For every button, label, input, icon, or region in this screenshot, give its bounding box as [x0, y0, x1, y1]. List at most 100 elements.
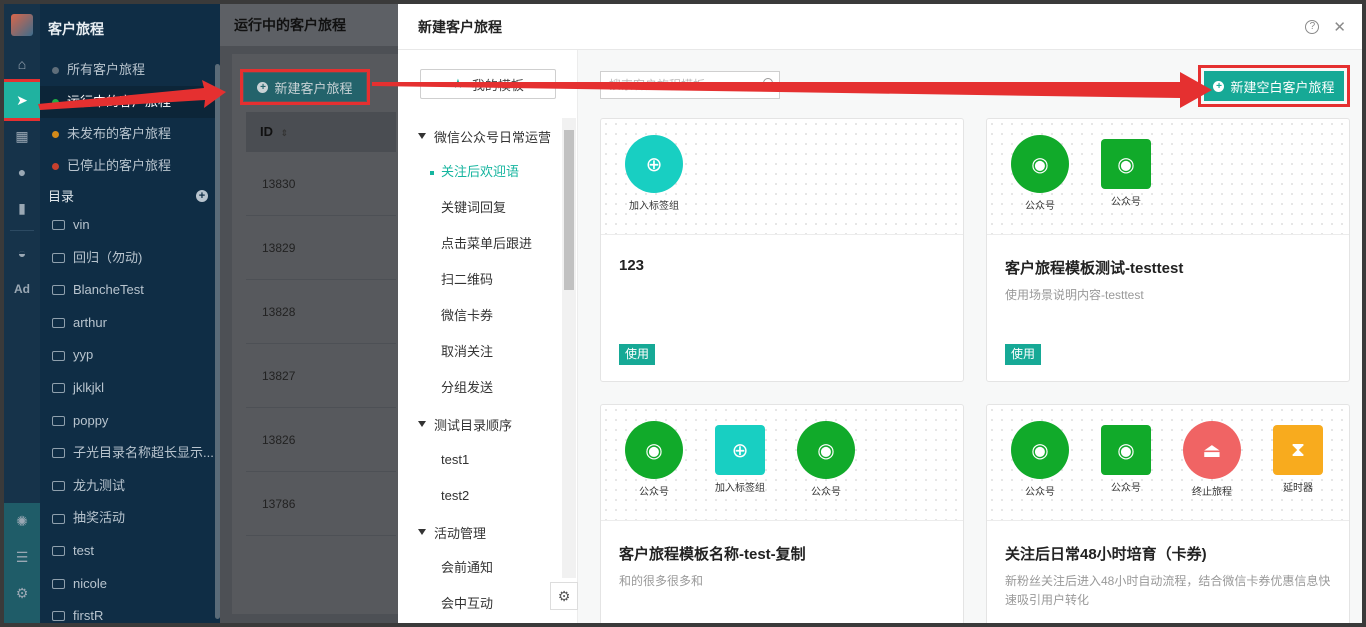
folder-label: BlancheTest: [73, 282, 144, 298]
journey-list-area: 运行中的客户旅程 + 新建客户旅程 ID ⇕ 13830 13829 13828 13…: [220, 4, 402, 623]
folder-item[interactable]: 抽奖活动: [40, 502, 220, 535]
catalog-header: 目录 +: [40, 182, 220, 209]
folder-label: test: [73, 542, 94, 558]
template-card[interactable]: ⊕ 加入标签组 123 使用: [600, 118, 964, 382]
flow-preview: ◉ 公众号 ⊕ 加入标签组 ◉ 公众号: [601, 405, 963, 521]
category-tree: 微信公众号日常运营 关注后欢迎语 关键词回复 点击菜单后跟进 扫二维码 微信卡券 取消关注分…: [398, 118, 562, 622]
caret-down-icon[interactable]: [418, 421, 426, 427]
folder-item[interactable]: 龙九测试: [40, 470, 220, 503]
status-dot-icon: [52, 130, 59, 138]
table-header-id[interactable]: ID ⇕: [246, 112, 396, 152]
use-template-button[interactable]: 使用: [1005, 344, 1042, 365]
tree-item[interactable]: 点击菜单后跟进: [398, 226, 562, 262]
user-icon[interactable]: ●: [4, 154, 40, 190]
modal-header: 新建客户旅程 ? ✕: [398, 4, 1362, 50]
tree-item[interactable]: 关键词回复: [398, 190, 562, 226]
template-card[interactable]: ◉ 公众号 ⊕ 加入标签组 ◉ 公众号 客户旅程模板名称-test-复制 和的很多很多和: [600, 404, 964, 623]
nav-status-item[interactable]: 未发布的客户旅程: [40, 118, 220, 150]
folder-icon: [52, 318, 65, 329]
table-row[interactable]: 13786: [246, 472, 396, 536]
ad-icon[interactable]: Ad: [4, 271, 40, 307]
nav-status-item[interactable]: 已停止的客户旅程: [40, 150, 220, 182]
template-search-input[interactable]: 搜索客户旅程模板: [600, 71, 780, 99]
tree-item[interactable]: 微信卡券: [398, 298, 562, 334]
gear-icon[interactable]: ⚙: [4, 575, 40, 611]
template-name: 关注后日常48小时培育（卡券): [1005, 546, 1207, 563]
folder-item[interactable]: jklkjkl: [40, 372, 220, 405]
tree-item[interactable]: 会前通知: [398, 550, 562, 586]
table-row[interactable]: 13829: [246, 216, 396, 280]
table-row[interactable]: 13826: [246, 408, 396, 472]
tree-group[interactable]: 测试目录顺序: [398, 406, 562, 442]
tree-item[interactable]: test2: [398, 478, 562, 514]
tree-item[interactable]: 关注后欢迎语: [398, 154, 562, 190]
stop-icon: ⏏: [1183, 421, 1241, 479]
wechat-icon: ◉: [1101, 139, 1151, 189]
user-plus-icon: ⊕: [625, 135, 683, 193]
tree-item[interactable]: 分组发送: [398, 370, 562, 406]
folder-icon: [52, 285, 65, 296]
sort-icon[interactable]: ⇕: [281, 128, 289, 138]
my-templates-label: 我的模板: [471, 77, 524, 93]
tree-item[interactable]: 取消关注: [398, 334, 562, 370]
template-name: 客户旅程模板测试-testtest: [1005, 260, 1184, 277]
folder-item[interactable]: poppy: [40, 405, 220, 438]
folder-item[interactable]: vin: [40, 209, 220, 242]
flow-node: ⧗ 延时器: [1263, 421, 1333, 494]
home-icon[interactable]: ⌂: [4, 46, 40, 82]
new-blank-journey-label: 新建空白客户旅程: [1230, 79, 1335, 95]
chart-icon[interactable]: ▮: [4, 190, 40, 226]
template-card[interactable]: ◉ 公众号 ◉ 公众号 客户旅程模板测试-testtest 使用场景说明内容-testte…: [986, 118, 1350, 382]
template-name: 123: [619, 257, 645, 274]
settings-hub-icon[interactable]: ✺: [4, 503, 40, 539]
add-catalog-icon[interactable]: +: [196, 189, 208, 202]
table-row[interactable]: 13828: [246, 280, 396, 344]
template-desc: 新粉丝关注后进入48小时自动流程，结合微信卡券优惠信息快速吸引用户转化: [1005, 574, 1331, 607]
new-journey-button[interactable]: + 新建客户旅程: [240, 69, 370, 105]
folder-item[interactable]: arthur: [40, 307, 220, 340]
template-card[interactable]: ◉ 公众号 ◉ 公众号 ⏏ 终止旅程 ⧗ 延时器 关注后日常48小时培育（卡券) 新粉丝关注后进入…: [986, 404, 1350, 623]
folder-item[interactable]: 子光目录名称超长显示...: [40, 437, 220, 470]
table-row[interactable]: 13830: [246, 152, 396, 216]
flow-node-label: 加入标签组: [715, 483, 765, 494]
folder-label: arthur: [73, 314, 107, 330]
help-icon[interactable]: ?: [1305, 19, 1320, 34]
hourglass-icon: ⧗: [1273, 425, 1323, 475]
tree-group[interactable]: 微信公众号日常运营: [398, 118, 562, 154]
folder-label: 抽奖活动: [73, 510, 126, 526]
server-icon[interactable]: ☰: [4, 539, 40, 575]
folder-item[interactable]: nicole: [40, 568, 220, 601]
nav-status-item[interactable]: 运行中的客户旅程: [40, 86, 220, 118]
new-blank-journey-button[interactable]: + 新建空白客户旅程: [1198, 65, 1350, 107]
nav-status-item[interactable]: 所有客户旅程: [40, 54, 220, 86]
tree-item[interactable]: test1: [398, 442, 562, 478]
tree-item[interactable]: 会中互动: [398, 586, 562, 622]
wechat-icon[interactable]: ◒: [4, 235, 40, 271]
folder-item[interactable]: yyp: [40, 339, 220, 372]
folder-label: vin: [73, 217, 90, 232]
tree-scrollbar[interactable]: [562, 118, 576, 578]
search-icon[interactable]: [763, 78, 773, 88]
close-icon[interactable]: ✕: [1333, 18, 1346, 36]
folder-item[interactable]: 回归（勿动): [40, 242, 220, 275]
journey-nav: 客户旅程 所有客户旅程 运行中的客户旅程 未发布的客户旅程 已停止的客户旅程 目录 +…: [40, 4, 220, 623]
tree-group[interactable]: 活动管理: [398, 514, 562, 550]
caret-down-icon[interactable]: [418, 529, 426, 535]
folder-item[interactable]: test: [40, 535, 220, 568]
use-template-button[interactable]: 使用: [619, 344, 656, 365]
caret-down-icon[interactable]: [418, 133, 426, 139]
folder-item[interactable]: firstR: [40, 600, 220, 623]
folder-item[interactable]: BlancheTest: [40, 274, 220, 307]
folder-icon: [52, 220, 65, 231]
plus-circle-icon: +: [1213, 80, 1225, 92]
folder-label: poppy: [73, 412, 109, 428]
grid-icon[interactable]: ▦: [4, 118, 40, 154]
tree-item[interactable]: 扫二维码: [398, 262, 562, 298]
journey-icon[interactable]: ➤: [4, 79, 43, 121]
my-templates-button[interactable]: ★ 我的模板: [420, 69, 556, 99]
category-settings-icon[interactable]: ⚙: [550, 582, 578, 610]
flow-node: ◉ 公众号: [619, 421, 689, 498]
table-row[interactable]: 13827: [246, 344, 396, 408]
new-journey-modal: 新建客户旅程 ? ✕ ★ 我的模板 微信公众号日常运营 关注后欢迎语 关键词回复 点击…: [398, 4, 1362, 623]
col-id-label: ID: [260, 124, 273, 139]
